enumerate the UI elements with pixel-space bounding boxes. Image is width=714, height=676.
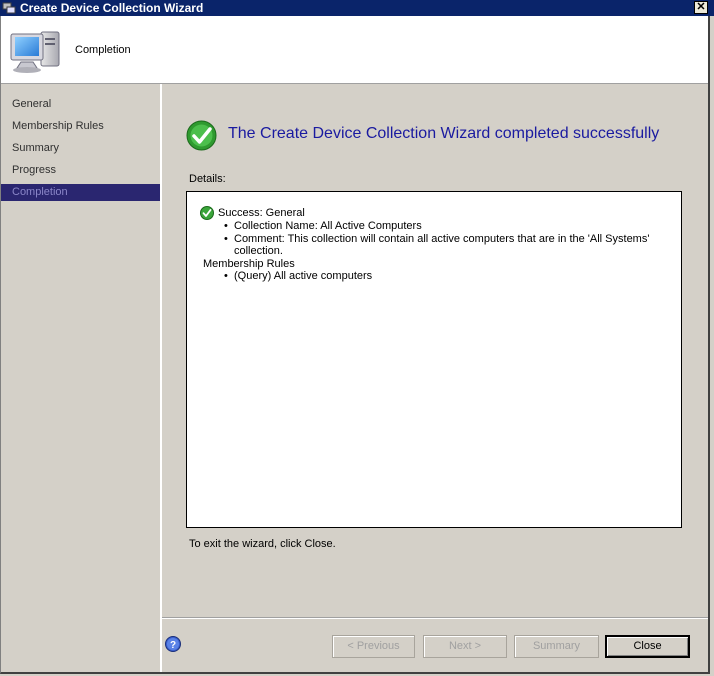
wizard-header: Completion [1, 16, 709, 84]
wizard-steps-nav: General Membership Rules Summary Progres… [1, 84, 162, 674]
window-close-button[interactable]: ✕ [694, 1, 708, 14]
next-button[interactable]: Next > [423, 635, 507, 658]
success-check-icon [186, 120, 217, 151]
list-item: Comment: This collection will contain al… [224, 233, 670, 258]
nav-item-membership-rules[interactable]: Membership Rules [1, 118, 160, 135]
help-icon[interactable]: ? [165, 636, 181, 652]
status-line: Success: General [200, 206, 670, 220]
status-text: Success: General [218, 207, 305, 219]
footer-divider [162, 617, 709, 619]
title-bar: Create Device Collection Wizard ✕ [0, 0, 714, 16]
wizard-content: The Create Device Collection Wizard comp… [162, 84, 709, 674]
nav-item-progress[interactable]: Progress [1, 162, 160, 179]
list-item: Collection Name: All Active Computers [224, 220, 670, 233]
nav-item-general[interactable]: General [1, 96, 160, 113]
computer-icon [10, 31, 60, 73]
status-check-icon [200, 206, 214, 220]
previous-button[interactable]: < Previous [332, 635, 415, 658]
header-title: Completion [75, 44, 131, 56]
general-details-list: Collection Name: All Active Computers Co… [200, 220, 670, 258]
success-heading: The Create Device Collection Wizard comp… [228, 125, 660, 142]
window-title: Create Device Collection Wizard [20, 1, 204, 15]
list-item: (Query) All active computers [224, 270, 670, 283]
details-label: Details: [189, 173, 226, 185]
close-button[interactable]: Close [605, 635, 690, 658]
membership-rules-list: (Query) All active computers [200, 270, 670, 283]
svg-text:?: ? [170, 640, 176, 651]
membership-rules-title: Membership Rules [203, 257, 295, 270]
app-icon [2, 2, 16, 14]
summary-button[interactable]: Summary [514, 635, 599, 658]
nav-item-completion[interactable]: Completion [1, 184, 160, 201]
exit-instruction: To exit the wizard, click Close. [189, 538, 336, 550]
nav-item-summary[interactable]: Summary [1, 140, 160, 157]
details-panel: Success: General Collection Name: All Ac… [186, 191, 682, 528]
